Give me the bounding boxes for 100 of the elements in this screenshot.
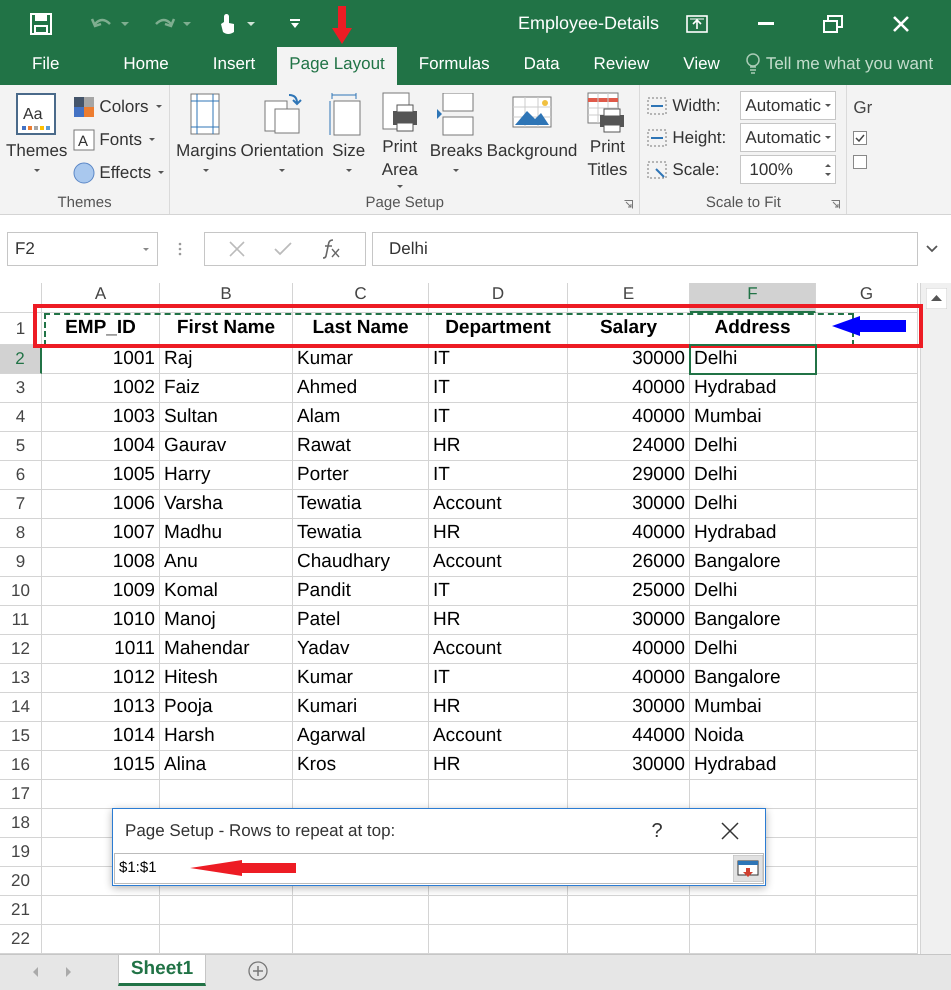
orientation-button[interactable]: Orientation xyxy=(238,91,326,192)
table-cell: First Name xyxy=(160,313,293,345)
table-cell: 1008 xyxy=(42,548,160,577)
table-cell: 1012 xyxy=(42,664,160,693)
row-header[interactable]: 18 xyxy=(0,809,42,838)
ribbon-tab[interactable]: Home xyxy=(111,47,181,85)
row-header[interactable]: 13 xyxy=(0,664,42,693)
table-cell: Salary xyxy=(568,313,690,345)
row-header[interactable]: 8 xyxy=(0,519,42,548)
row-header[interactable]: 9 xyxy=(0,548,42,577)
row-header[interactable]: 3 xyxy=(0,374,42,403)
collapse-dialog-icon[interactable] xyxy=(733,855,763,882)
dialog-launcher-icon[interactable] xyxy=(624,200,634,209)
checkbox[interactable] xyxy=(853,154,868,168)
table-cell: Kumar xyxy=(293,345,429,374)
row-header[interactable]: 2 xyxy=(0,345,42,374)
table-cell: Ahmed xyxy=(293,374,429,403)
size-button[interactable]: Size xyxy=(326,91,372,192)
table-cell: Raj xyxy=(160,345,293,374)
table-cell: 30000 xyxy=(568,693,690,722)
row-header[interactable]: 17 xyxy=(0,780,42,809)
help-button[interactable]: ? xyxy=(645,816,669,846)
name-box[interactable]: F2 xyxy=(7,232,158,266)
effects-button[interactable]: Effects xyxy=(73,159,166,186)
caret-icon[interactable] xyxy=(246,20,256,26)
function-icon[interactable] xyxy=(320,239,341,259)
customize-icon[interactable] xyxy=(290,18,300,28)
row-header[interactable]: 7 xyxy=(0,490,42,519)
restore-icon[interactable] xyxy=(823,14,844,32)
print-area-button[interactable]: Print Area xyxy=(372,91,428,192)
touch-hand-icon[interactable] xyxy=(218,12,236,36)
table-cell: Last Name xyxy=(293,313,429,345)
row-header[interactable]: 6 xyxy=(0,461,42,490)
checkbox[interactable] xyxy=(853,130,868,144)
row-header[interactable]: 5 xyxy=(0,432,42,461)
print-titles-button[interactable]: Print Titles xyxy=(579,91,636,192)
table-cell: Delhi xyxy=(690,490,816,519)
check-icon[interactable] xyxy=(274,242,292,256)
table-cell: 24000 xyxy=(568,432,690,461)
row-header[interactable]: 16 xyxy=(0,751,42,780)
table-cell: Patel xyxy=(293,606,429,635)
row-header[interactable]: 15 xyxy=(0,722,42,751)
scroll-up-icon[interactable] xyxy=(926,288,946,309)
table-cell: Department xyxy=(429,313,568,345)
table-cell: Delhi xyxy=(690,635,816,664)
add-sheet-icon[interactable] xyxy=(248,961,268,981)
caret-icon[interactable] xyxy=(824,103,832,108)
ribbon-tab[interactable]: Data xyxy=(512,47,572,85)
table-cell: 1006 xyxy=(42,490,160,519)
window-title: Employee-Details xyxy=(518,12,660,35)
close-icon[interactable] xyxy=(721,822,739,840)
table-cell: Chaudhary xyxy=(293,548,429,577)
resize-icon xyxy=(646,126,668,148)
spinner-field[interactable]: 100% xyxy=(740,155,836,184)
background-button[interactable]: Background xyxy=(484,91,580,192)
row-header[interactable]: 21 xyxy=(0,896,42,925)
table-cell: Account xyxy=(429,635,568,664)
ribbon-tab[interactable]: Insert xyxy=(200,47,268,85)
colors-button[interactable]: Colors xyxy=(73,93,166,120)
row-header[interactable]: 20 xyxy=(0,867,42,896)
table-cell: 30000 xyxy=(568,606,690,635)
ribbon-tab[interactable]: Formulas xyxy=(406,47,502,85)
minimize-icon[interactable] xyxy=(758,22,774,26)
dialog-launcher-icon[interactable] xyxy=(831,200,840,209)
spinner-arrows-icon[interactable] xyxy=(824,162,832,178)
themes-button[interactable]: Aa Themes xyxy=(4,91,70,192)
table-cell: Alina xyxy=(160,751,293,780)
save-icon[interactable] xyxy=(30,12,52,34)
row-header[interactable]: 14 xyxy=(0,693,42,722)
dropdown-field[interactable]: Automatic xyxy=(740,123,836,152)
table-cell: Gaurav xyxy=(160,432,293,461)
ribbon-tab[interactable]: View xyxy=(671,47,732,85)
row-header[interactable]: 19 xyxy=(0,838,42,867)
dropdown-field[interactable]: Automatic xyxy=(740,91,836,120)
table-cell: HR xyxy=(429,432,568,461)
row-header[interactable]: 10 xyxy=(0,577,42,606)
ribbon-display-icon[interactable] xyxy=(686,14,708,32)
table-cell: 1011 xyxy=(42,635,160,664)
expand-icon[interactable] xyxy=(926,245,938,253)
select-all-corner[interactable] xyxy=(0,283,42,313)
margins-button[interactable]: Margins xyxy=(174,91,239,192)
fonts-button[interactable]: A Fonts xyxy=(73,126,166,153)
sheet-tab[interactable]: Sheet1 xyxy=(118,955,206,986)
table-cell: Delhi xyxy=(690,577,816,606)
formula-field[interactable]: Delhi xyxy=(372,232,918,266)
row-header[interactable]: 11 xyxy=(0,606,42,635)
caret-icon[interactable] xyxy=(824,135,832,140)
ribbon-tab[interactable]: Page Layout xyxy=(277,47,397,85)
vertical-scrollbar[interactable] xyxy=(920,283,951,954)
tell-me-field[interactable]: Tell me what you want xyxy=(746,47,934,85)
row-header[interactable]: 12 xyxy=(0,635,42,664)
ribbon-tab[interactable]: File xyxy=(20,47,72,85)
row-header[interactable]: 1 xyxy=(0,313,42,345)
row-header[interactable]: 4 xyxy=(0,403,42,432)
ribbon-tab[interactable]: Review xyxy=(582,47,662,85)
table-cell: Sultan xyxy=(160,403,293,432)
table-cell: Harsh xyxy=(160,722,293,751)
breaks-button[interactable]: Breaks xyxy=(428,91,485,192)
row-header[interactable]: 22 xyxy=(0,925,42,954)
group-label: Themes xyxy=(57,192,112,213)
